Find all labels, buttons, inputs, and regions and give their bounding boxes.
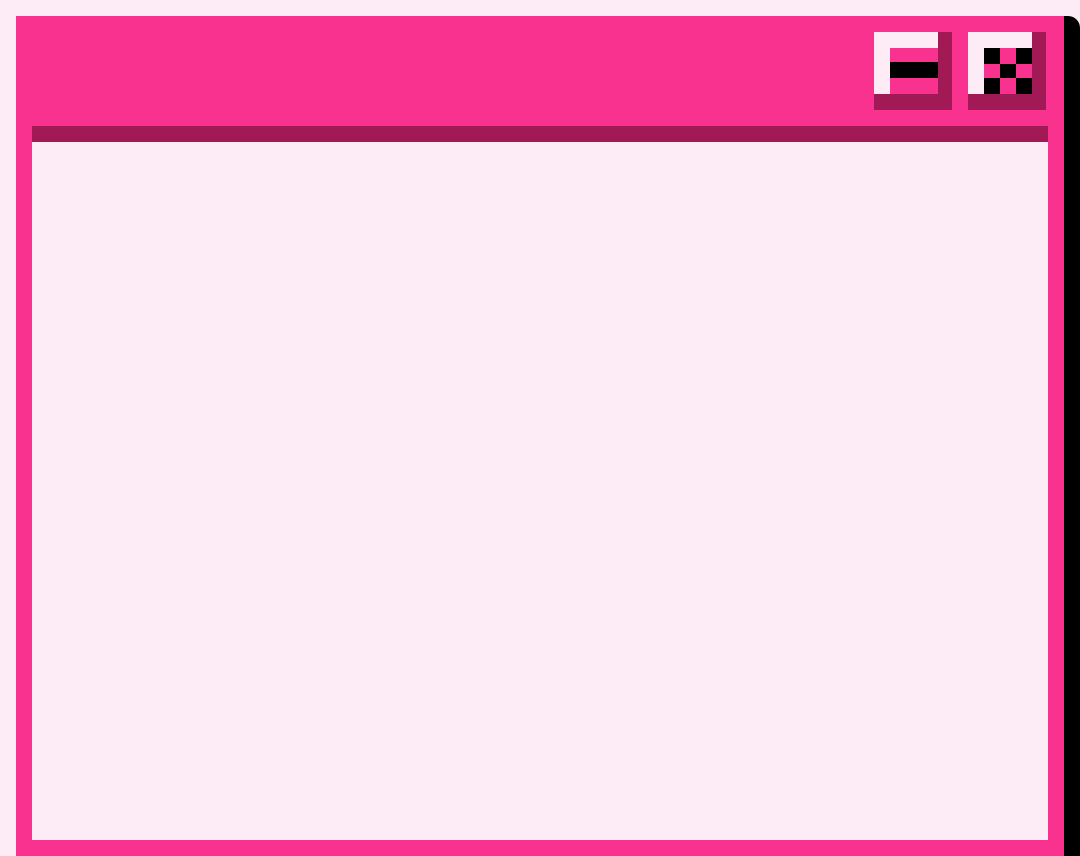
minimize-button[interactable] [874, 32, 952, 110]
window-content-area[interactable] [32, 142, 1048, 840]
app-window [16, 16, 1064, 856]
title-bar[interactable] [16, 16, 1064, 126]
minimize-icon [874, 32, 952, 110]
window-drop-shadow [1064, 16, 1080, 856]
close-icon [968, 32, 1046, 110]
close-button[interactable] [968, 32, 1046, 110]
title-bar-divider [32, 126, 1048, 142]
